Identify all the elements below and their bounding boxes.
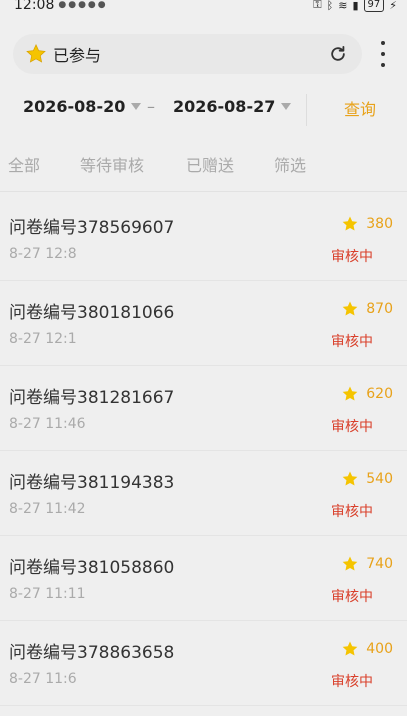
start-date-picker[interactable]: 2026-08-20 [23,97,142,116]
star-icon [342,471,358,486]
tab-bar: 全部 等待审核 已赠送 筛选 [0,136,407,192]
title-bar: 已参与 [13,34,362,74]
status-badge: 审核中 [331,249,373,265]
item-time: 8-27 12:8 [9,246,77,262]
status-bar: 12:08 ●●●●● ⚿ ᛒ ≋ ▮ 97 ⚡ [0,0,407,16]
query-button[interactable]: 查询 [344,96,376,120]
status-badge: 审核中 [331,334,373,350]
charging-icon: ⚡ [389,0,397,12]
notification-icons: ●●●●● [58,0,108,10]
star-icon [342,301,358,316]
status-time: 12:08 [14,0,55,13]
points-value: 540 [366,471,393,487]
sim-icon: ▮ [352,0,359,12]
star-icon [342,641,358,656]
star-icon [342,216,358,231]
points-value: 400 [366,641,393,657]
status-left: 12:08 ●●●●● [14,0,108,13]
list-item[interactable]: 问卷编号381281667 8-27 11:46 620 审核中 [0,366,407,451]
item-title: 问卷编号378569607 [9,218,175,238]
status-badge: 审核中 [331,674,373,690]
item-points: 740 [341,555,393,573]
tab-gifted[interactable]: 已赠送 [186,152,234,176]
item-time: 8-27 12:1 [9,331,77,347]
divider [306,94,307,126]
item-time: 8-27 11:6 [9,671,77,687]
star-icon [342,386,358,401]
survey-list: 问卷编号378569607 8-27 12:8 380 审核中 问卷编号3801… [0,196,407,706]
item-title: 问卷编号381194383 [9,473,175,493]
date-filter: 2026-08-20 – 2026-08-27 查询 [0,84,407,134]
end-date-value: 2026-08-27 [173,97,276,116]
points-value: 380 [366,216,393,232]
key-icon: ⚿ [313,0,322,11]
tab-filter[interactable]: 筛选 [274,152,306,176]
start-date-caret-icon [131,103,142,110]
list-item[interactable]: 问卷编号378863658 8-27 11:6 400 审核中 [0,621,407,706]
item-time: 8-27 11:11 [9,586,86,602]
status-badge: 审核中 [331,504,373,520]
star-icon [26,43,46,63]
points-value: 620 [366,386,393,402]
refresh-icon[interactable] [328,44,348,64]
list-item[interactable]: 问卷编号378569607 8-27 12:8 380 审核中 [0,196,407,281]
list-item[interactable]: 问卷编号380181066 8-27 12:1 870 审核中 [0,281,407,366]
item-points: 620 [341,385,393,403]
end-date-caret-icon [281,103,292,110]
list-item[interactable]: 问卷编号381058860 8-27 11:11 740 审核中 [0,536,407,621]
battery-icon: 97 [363,0,385,12]
status-badge: 审核中 [331,589,373,605]
item-title: 问卷编号381058860 [9,558,175,578]
start-date-value: 2026-08-20 [23,97,126,116]
star-icon [342,556,358,571]
item-points: 540 [341,470,393,488]
points-value: 870 [366,301,393,317]
date-separator: – [147,97,155,116]
tab-all[interactable]: 全部 [8,152,40,176]
item-time: 8-27 11:46 [9,416,86,432]
tab-pending[interactable]: 等待审核 [80,152,144,176]
item-points: 870 [341,300,393,318]
item-time: 8-27 11:42 [9,501,86,517]
item-title: 问卷编号381281667 [9,388,175,408]
wifi-icon: ≋ [338,0,348,12]
item-title: 问卷编号378863658 [9,643,175,663]
bluetooth-icon: ᛒ [326,0,334,12]
item-title: 问卷编号380181066 [9,303,175,323]
end-date-picker[interactable]: 2026-08-27 [173,97,292,116]
item-points: 380 [341,215,393,233]
list-item[interactable]: 问卷编号381194383 8-27 11:42 540 审核中 [0,451,407,536]
more-menu-icon[interactable] [376,41,390,67]
points-value: 740 [366,556,393,572]
page-title: 已参与 [53,46,102,65]
status-badge: 审核中 [331,419,373,435]
item-points: 400 [341,640,393,658]
status-right: ⚿ ᛒ ≋ ▮ 97 ⚡ [313,0,397,12]
